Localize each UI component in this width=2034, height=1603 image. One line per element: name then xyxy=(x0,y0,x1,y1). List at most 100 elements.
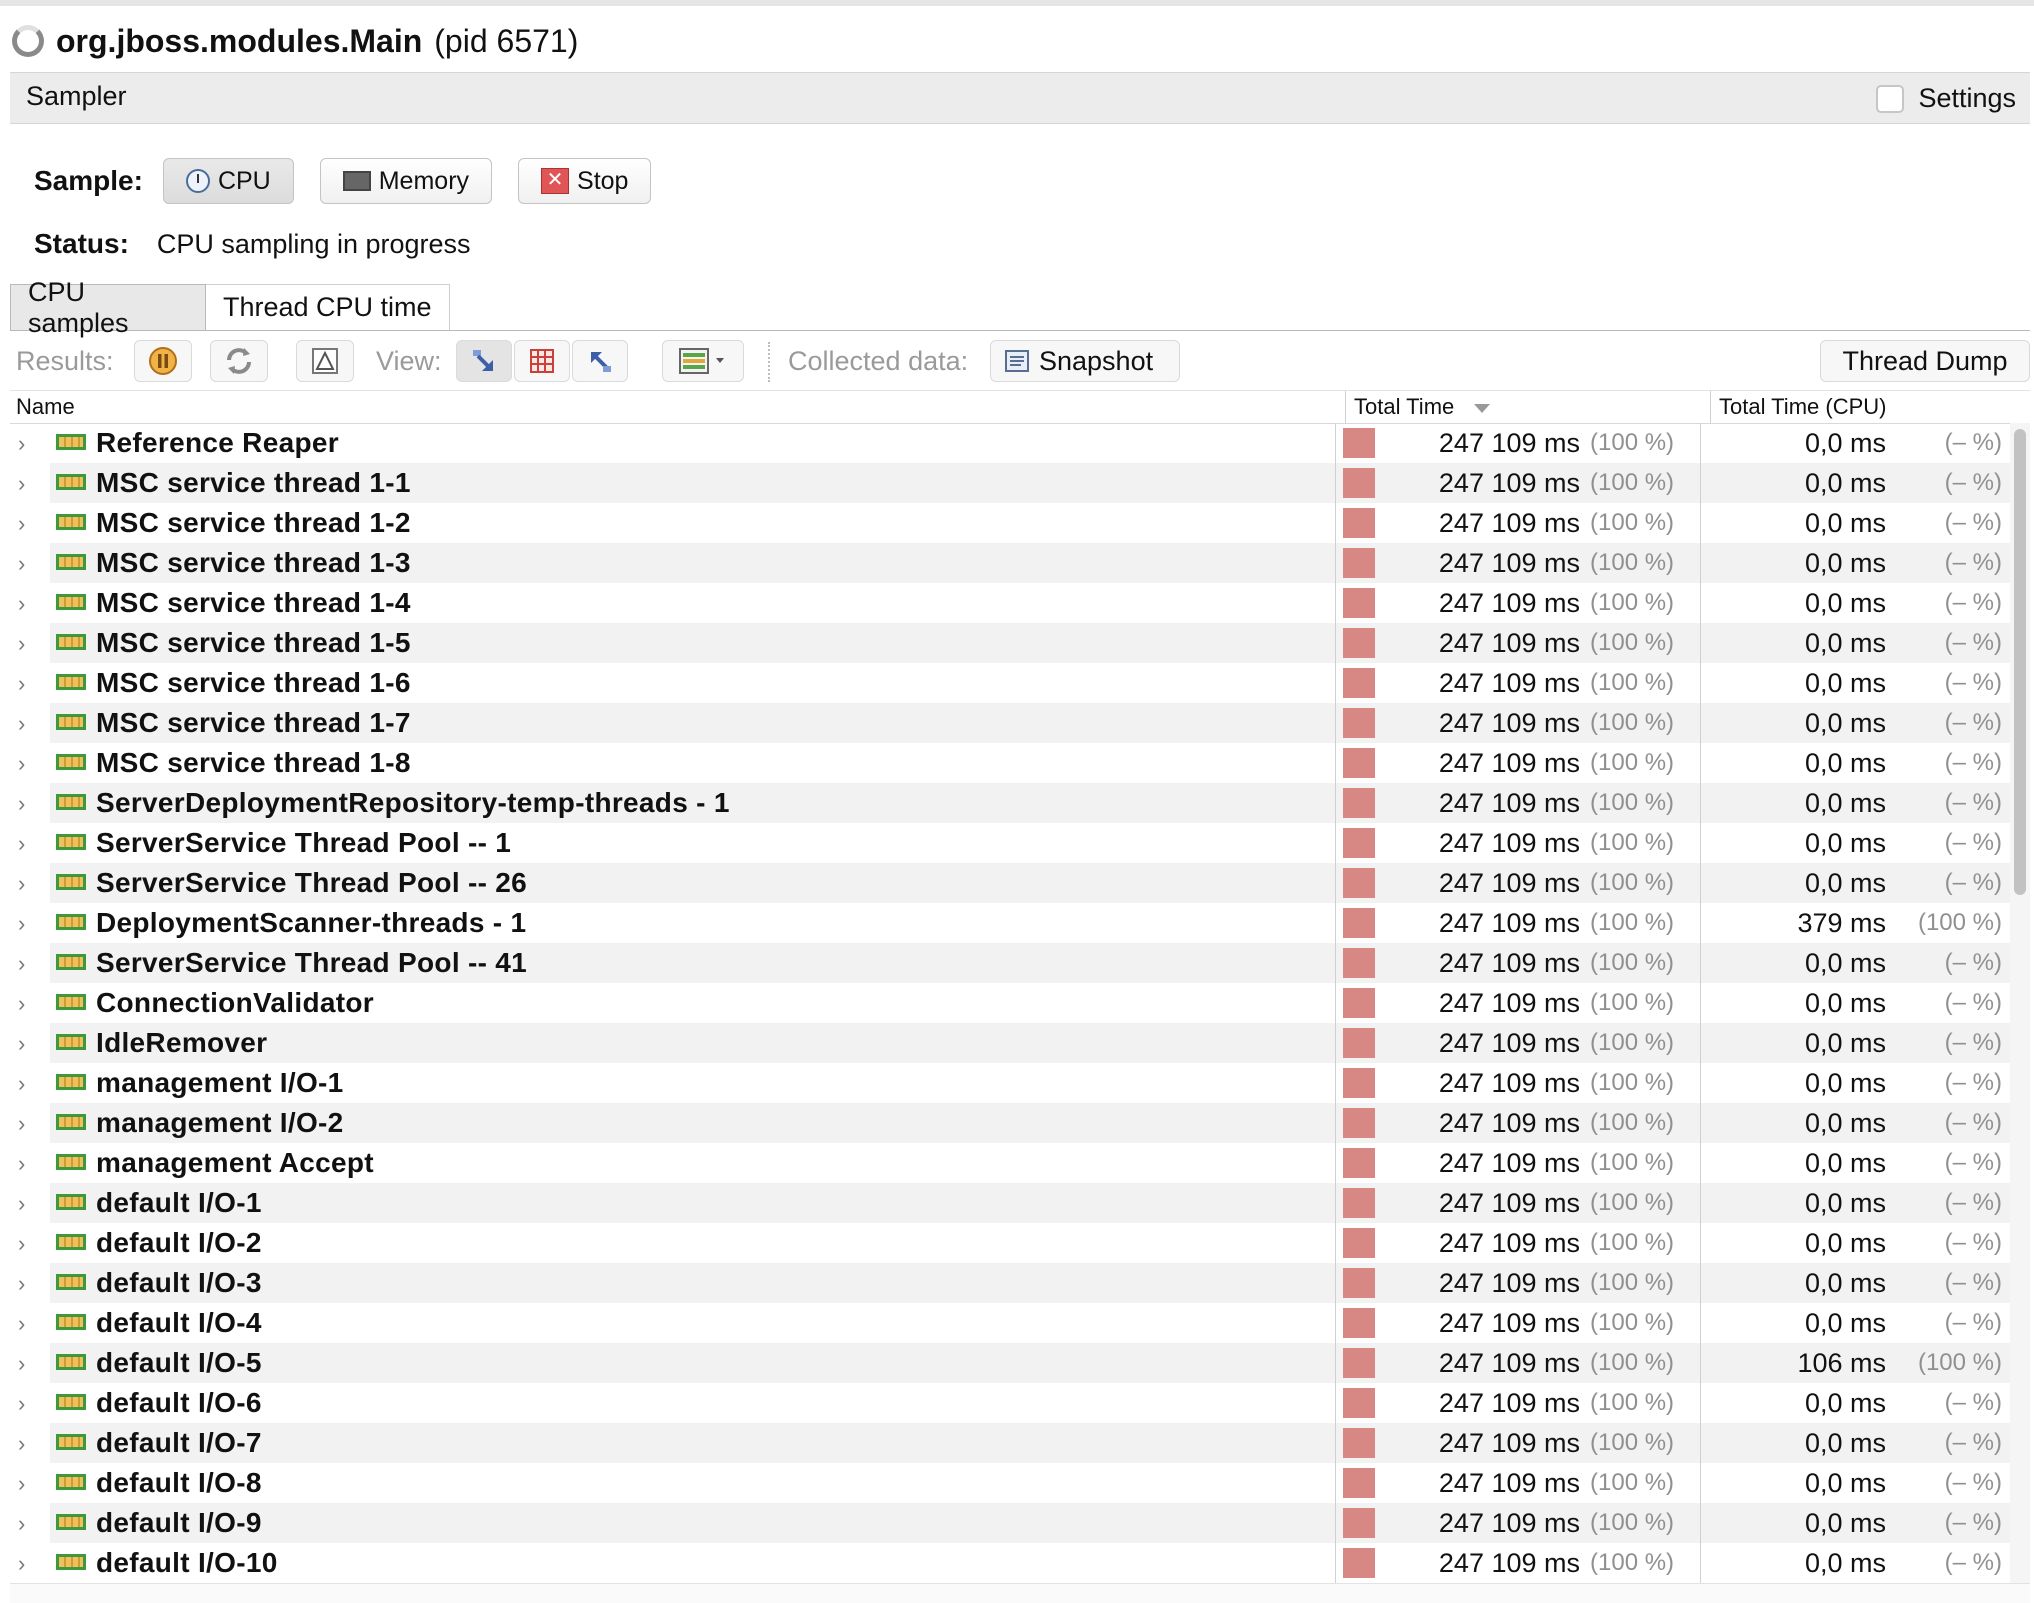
tab-cpu-samples[interactable]: CPU samples xyxy=(10,277,206,338)
table-row[interactable]: › ConnectionValidator 247 109 ms (100 %) 0,0… xyxy=(10,983,2010,1023)
settings-checkbox[interactable] xyxy=(1876,84,1905,113)
table-row[interactable]: › default I/O-4 247 109 ms (100 %) 0,0 ms (– … xyxy=(10,1303,2010,1343)
expand-chevron-icon[interactable]: › xyxy=(18,511,25,537)
table-row[interactable]: › DeploymentScanner-threads - 1 247 109 ms… xyxy=(10,903,2010,943)
settings-toggle[interactable]: Settings xyxy=(1876,83,2016,114)
thread-dump-button[interactable]: Thread Dump xyxy=(1820,340,2030,382)
expand-chevron-icon[interactable]: › xyxy=(18,1191,25,1217)
expand-chevron-icon[interactable]: › xyxy=(18,1391,25,1417)
reverse-calls-button[interactable] xyxy=(572,340,628,382)
total-time-percent: (100 %) xyxy=(1590,509,1675,536)
expand-chevron-icon[interactable]: › xyxy=(18,871,25,897)
thread-name: MSC service thread 1-1 xyxy=(96,467,411,498)
table-row[interactable]: › default I/O-9 247 109 ms (100 %) 0,0 ms (– … xyxy=(10,1503,2010,1543)
table-row[interactable]: › default I/O-1 247 109 ms (100 %) 0,0 ms (– … xyxy=(10,1183,2010,1223)
snapshot-button[interactable]: Snapshot xyxy=(990,340,1180,382)
expand-chevron-icon[interactable]: › xyxy=(18,1231,25,1257)
table-row[interactable]: › default I/O-5 247 109 ms (100 %) 106 ms (10… xyxy=(10,1343,2010,1383)
cpu-button[interactable]: CPU xyxy=(162,158,294,204)
delta-button[interactable] xyxy=(296,340,354,382)
table-row[interactable]: › MSC service thread 1-8 247 109 ms (100 %)… xyxy=(10,743,2010,783)
refresh-button[interactable] xyxy=(210,340,268,382)
table-row[interactable]: › ServerService Thread Pool -- 41 247 109 … xyxy=(10,943,2010,983)
table-row[interactable]: › default I/O-10 247 109 ms (100 %) 0,0 ms (–… xyxy=(10,1543,2010,1583)
expand-chevron-icon[interactable]: › xyxy=(18,1151,25,1177)
expand-chevron-icon[interactable]: › xyxy=(18,911,25,937)
total-time-bar xyxy=(1343,1108,1375,1138)
expand-chevron-icon[interactable]: › xyxy=(18,1071,25,1097)
total-time-value: 247 109 ms xyxy=(1438,508,1580,538)
scrollbar-thumb[interactable] xyxy=(2014,429,2026,895)
thread-icon xyxy=(56,834,86,850)
expand-chevron-icon[interactable]: › xyxy=(18,591,25,617)
cpu-time-percent: (– %) xyxy=(1944,509,2002,536)
expand-chevron-icon[interactable]: › xyxy=(18,1271,25,1297)
table-row[interactable]: › MSC service thread 1-7 247 109 ms (100 %)… xyxy=(10,703,2010,743)
table-row[interactable]: › IdleRemover 247 109 ms (100 %) 0,0 ms (– %) xyxy=(10,1023,2010,1063)
stop-button[interactable]: ✕ Stop xyxy=(518,158,652,204)
table-row[interactable]: › MSC service thread 1-4 247 109 ms (100 %)… xyxy=(10,583,2010,623)
expand-chevron-icon[interactable]: › xyxy=(18,431,25,457)
table-row[interactable]: › MSC service thread 1-3 247 109 ms (100 %)… xyxy=(10,543,2010,583)
table-row[interactable]: › ServerService Thread Pool -- 26 247 109 … xyxy=(10,863,2010,903)
table-row[interactable]: › management Accept 247 109 ms (100 %) 0,0 m… xyxy=(10,1143,2010,1183)
table-row[interactable]: › MSC service thread 1-6 247 109 ms (100 %)… xyxy=(10,663,2010,703)
table-row[interactable]: › management I/O-1 247 109 ms (100 %) 0,0 ms… xyxy=(10,1063,2010,1103)
table-row[interactable]: › Reference Reaper 247 109 ms (100 %) 0,0 ms… xyxy=(10,423,2010,463)
expand-chevron-icon[interactable]: › xyxy=(18,1471,25,1497)
tab-thread-cpu-time[interactable]: Thread CPU time xyxy=(206,284,450,330)
thread-icon xyxy=(56,994,86,1010)
thread-icon xyxy=(56,514,86,530)
memory-button[interactable]: Memory xyxy=(319,158,493,204)
expand-chevron-icon[interactable]: › xyxy=(18,791,25,817)
table-row[interactable]: › default I/O-3 247 109 ms (100 %) 0,0 ms (– … xyxy=(10,1263,2010,1303)
expand-chevron-icon[interactable]: › xyxy=(18,1311,25,1337)
expand-chevron-icon[interactable]: › xyxy=(18,1431,25,1457)
thread-name: ServerService Thread Pool -- 41 xyxy=(96,947,528,978)
table-row[interactable]: › MSC service thread 1-1 247 109 ms (100 %)… xyxy=(10,463,2010,503)
table-row[interactable]: › MSC service thread 1-5 247 109 ms (100 %)… xyxy=(10,623,2010,663)
thread-icon xyxy=(56,794,86,810)
expand-chevron-icon[interactable]: › xyxy=(18,671,25,697)
expand-chevron-icon[interactable]: › xyxy=(18,751,25,777)
pause-button[interactable] xyxy=(134,340,192,382)
column-header-total-time-label: Total Time xyxy=(1354,394,1455,419)
thread-name: ServerService Thread Pool -- 1 xyxy=(96,827,512,858)
column-header-total-time[interactable]: Total Time xyxy=(1345,391,1705,423)
column-divider xyxy=(1335,1063,1336,1103)
table-row[interactable]: › management I/O-2 247 109 ms (100 %) 0,0 ms… xyxy=(10,1103,2010,1143)
expand-chevron-icon[interactable]: › xyxy=(18,1351,25,1377)
expand-chevron-icon[interactable]: › xyxy=(18,1031,25,1057)
total-time-bar xyxy=(1343,708,1375,738)
table-row[interactable]: › ServerService Thread Pool -- 1 247 109 m… xyxy=(10,823,2010,863)
expand-chevron-icon[interactable]: › xyxy=(18,1111,25,1137)
total-time-bar xyxy=(1343,1388,1375,1418)
expand-chevron-icon[interactable]: › xyxy=(18,631,25,657)
forward-calls-button[interactable] xyxy=(456,340,512,382)
expand-chevron-icon[interactable]: › xyxy=(18,1511,25,1537)
expand-chevron-icon[interactable]: › xyxy=(18,471,25,497)
vertical-scrollbar[interactable] xyxy=(2010,423,2030,1583)
cpu-button-label: CPU xyxy=(217,166,271,195)
table-row[interactable]: › MSC service thread 1-2 247 109 ms (100 %)… xyxy=(10,503,2010,543)
table-row[interactable]: › default I/O-6 247 109 ms (100 %) 0,0 ms (– … xyxy=(10,1383,2010,1423)
columns-dropdown[interactable] xyxy=(662,340,744,382)
column-header-total-time-cpu[interactable]: Total Time (CPU) xyxy=(1710,391,2010,423)
table-row[interactable]: › default I/O-2 247 109 ms (100 %) 0,0 ms (– … xyxy=(10,1223,2010,1263)
expand-chevron-icon[interactable]: › xyxy=(18,951,25,977)
expand-chevron-icon[interactable]: › xyxy=(18,551,25,577)
expand-chevron-icon[interactable]: › xyxy=(18,1551,25,1577)
table-row[interactable]: › default I/O-7 247 109 ms (100 %) 0,0 ms (– … xyxy=(10,1423,2010,1463)
expand-chevron-icon[interactable]: › xyxy=(18,991,25,1017)
status-value: CPU sampling in progress xyxy=(156,228,471,259)
table-row[interactable]: › default I/O-8 247 109 ms (100 %) 0,0 ms (– … xyxy=(10,1463,2010,1503)
total-time-value: 247 109 ms xyxy=(1438,1068,1580,1098)
column-header-name[interactable]: Name xyxy=(16,391,75,423)
thread-icon xyxy=(56,594,86,610)
hot-spots-button[interactable] xyxy=(514,340,570,382)
table-row[interactable]: › ServerDeploymentRepository-temp-threads… xyxy=(10,783,2010,823)
expand-chevron-icon[interactable]: › xyxy=(18,711,25,737)
thread-name: default I/O-10 xyxy=(96,1547,278,1578)
expand-chevron-icon[interactable]: › xyxy=(18,831,25,857)
thread-icon xyxy=(56,914,86,930)
